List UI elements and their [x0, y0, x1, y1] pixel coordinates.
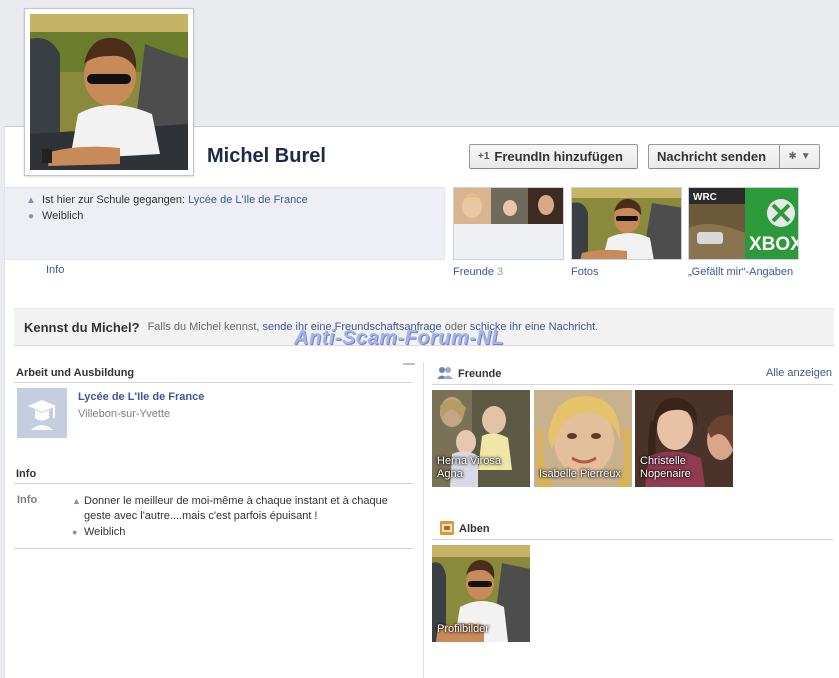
friend-card[interactable]: Christelle Nopenaire	[635, 390, 733, 487]
photos-thumbnail[interactable]	[571, 187, 682, 260]
profile-photo[interactable]	[24, 8, 194, 176]
gender-text: Weiblich	[84, 526, 126, 538]
send-message-button[interactable]: Nachricht senden	[648, 144, 779, 169]
section-divider	[432, 539, 833, 540]
info-row-label: Info	[17, 494, 38, 506]
school-info-line: ▲ Ist hier zur Schule gegangen: Lycée de…	[26, 194, 308, 206]
info-bio-block: ▲ Donner le meilleur de moi-même à chaqu…	[72, 494, 392, 540]
add-friend-icon: +1	[478, 151, 490, 162]
school-location: Villebon-sur-Yvette	[78, 408, 171, 420]
info-tab-link[interactable]: Info	[46, 264, 64, 276]
person-icon: ▲	[72, 496, 81, 506]
watermark-text: Anti-Scam-Forum-NL	[294, 327, 505, 349]
friends-thumbnail-label[interactable]: Freunde 3	[453, 266, 503, 278]
school-logo[interactable]	[17, 388, 67, 438]
likes-thumbnail[interactable]: WRC XBOX	[688, 187, 799, 260]
column-divider	[423, 362, 424, 678]
albums-icon	[440, 521, 454, 538]
chevron-down-icon: ▼	[800, 151, 811, 162]
friend-name-line1: Christelle	[640, 455, 686, 467]
location-pin-icon: ●	[72, 527, 78, 537]
bio-text: Donner le meilleur de moi-même à chaque …	[84, 495, 388, 522]
graduation-cap-icon	[28, 400, 56, 430]
gender-info-line: ● Weiblich	[27, 210, 84, 222]
likes-thumbnail-label[interactable]: „Gefällt mir“-Angaben	[688, 266, 793, 278]
friends-thumbnail[interactable]	[453, 187, 564, 260]
photos-thumbnail-label[interactable]: Fotos	[571, 266, 599, 278]
options-menu-button[interactable]: ✱ ▼	[779, 144, 820, 169]
know-person-title: Kennst du Michel?	[24, 319, 140, 335]
album-card[interactable]: Profilbilder	[432, 545, 530, 642]
likes-brand-2: XBOX	[749, 234, 799, 255]
friend-name-line1: Herna Virosa	[437, 455, 501, 467]
school-icon: ▲	[26, 194, 36, 206]
add-friend-button[interactable]: +1 FreundIn hinzufügen	[469, 144, 638, 169]
section-divider	[14, 483, 413, 484]
friend-name-line2: Nopenaire	[640, 468, 691, 480]
collapse-handle	[403, 363, 415, 365]
school-link[interactable]: Lycée de L'Ile de France	[188, 194, 308, 206]
albums-section-heading: Alben	[459, 523, 490, 535]
gear-icon: ✱	[788, 151, 797, 162]
profile-name: Michel Burel	[207, 145, 326, 167]
album-name: Profilbilder	[437, 623, 489, 635]
location-pin-icon: ●	[27, 210, 35, 222]
friend-name-line1: Isabelle Pierreux	[539, 468, 621, 480]
likes-brand-1: WRC	[693, 192, 717, 203]
friend-name-line2: Agna	[437, 468, 463, 480]
section-divider	[14, 382, 413, 383]
info-section-heading: Info	[16, 468, 37, 480]
school-name-link[interactable]: Lycée de L'Ile de France	[78, 391, 204, 403]
friends-icon	[437, 366, 453, 382]
section-divider	[14, 548, 413, 549]
show-all-friends-link[interactable]: Alle anzeigen	[766, 367, 832, 379]
profile-photo-image	[30, 14, 188, 170]
friend-card[interactable]: Herna Virosa Agna	[432, 390, 530, 487]
work-education-heading: Arbeit und Ausbildung	[16, 367, 135, 379]
section-divider	[432, 384, 833, 385]
friend-card[interactable]: Isabelle Pierreux	[534, 390, 632, 487]
friends-section-heading: Freunde	[458, 368, 502, 380]
